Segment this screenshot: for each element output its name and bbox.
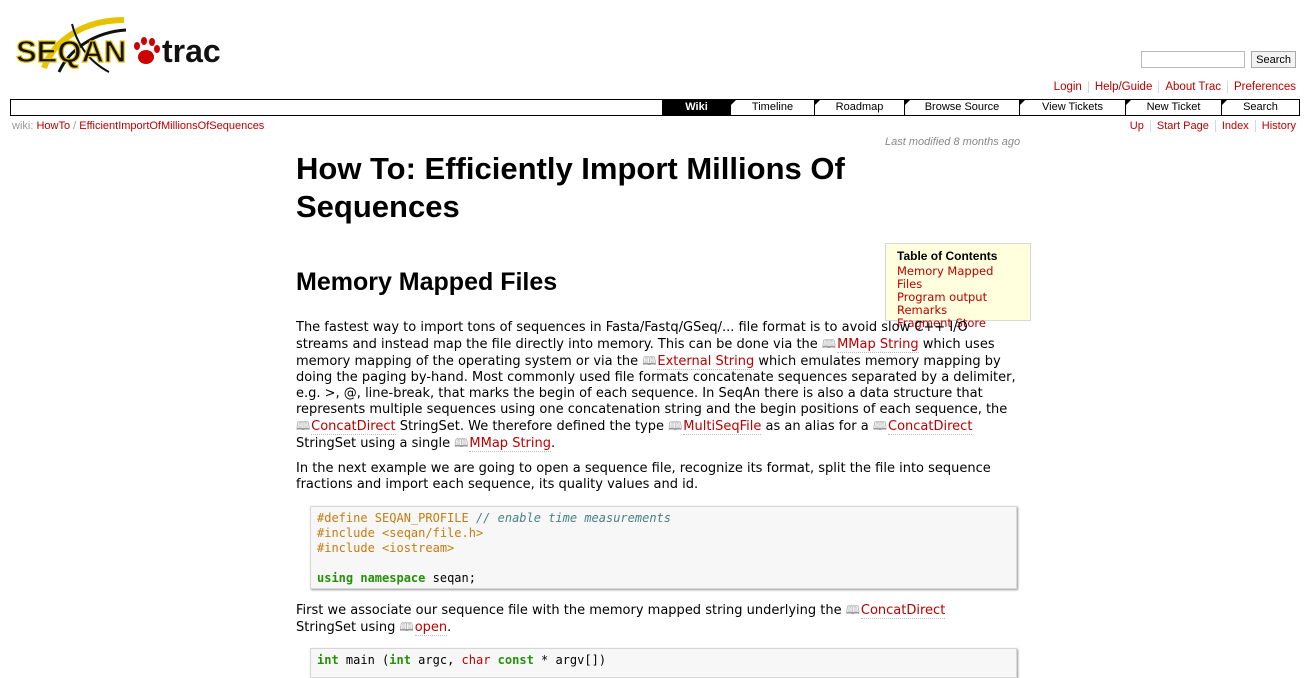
- text: .: [447, 620, 452, 635]
- code-block-main: int main (int argc, char const * argv[]): [310, 648, 1017, 678]
- code-kw-namespace: namespace: [360, 571, 426, 585]
- toc-item-memory-mapped-files[interactable]: Memory Mapped Files: [897, 265, 1019, 291]
- link-mmap-string-2[interactable]: MMap String: [469, 436, 551, 452]
- book-icon: 🕮: [399, 620, 414, 634]
- paragraph-intro: The fastest way to import tons of sequen…: [296, 320, 1024, 452]
- text: StringSet. We therefore defined the type: [395, 419, 669, 434]
- book-icon: 🕮: [454, 436, 469, 450]
- paragraph-next-example: In the next example we are going to open…: [296, 461, 991, 492]
- logo-brand: SEQAN: [16, 34, 126, 69]
- nav-wiki[interactable]: Wiki: [662, 100, 730, 115]
- code-kw-const: const: [497, 653, 534, 667]
- toc-heading: Table of Contents: [897, 249, 998, 263]
- page-title: How To: Efficiently Import Millions Of S…: [296, 151, 845, 224]
- search-input[interactable]: [1141, 51, 1246, 68]
- metanav-login[interactable]: Login: [1048, 81, 1088, 93]
- breadcrumb: wiki: HowTo / EfficientImportOfMillionsO…: [12, 120, 264, 132]
- link-multiseqfile[interactable]: MultiSeqFile: [683, 419, 762, 435]
- code-kw-using: using: [317, 571, 354, 585]
- code-type-char: char: [461, 653, 491, 667]
- logo-product: trac: [162, 33, 221, 69]
- code-define: #define SEQAN_PROFILE: [317, 511, 469, 525]
- text: as an alias for a: [761, 419, 873, 434]
- book-icon: 🕮: [845, 603, 860, 617]
- context-navigation: Up Start Page Index History: [1124, 120, 1302, 132]
- code-kw-int: int: [317, 653, 339, 667]
- book-icon: 🕮: [296, 419, 311, 433]
- code-text: main (: [338, 653, 390, 667]
- ctxtnav-history[interactable]: History: [1254, 120, 1302, 132]
- link-concatdirect-2[interactable]: ConcatDirect: [888, 419, 973, 435]
- link-mmap-string[interactable]: MMap String: [837, 337, 919, 353]
- seqan-trac-logo[interactable]: SEQAN trac: [14, 10, 229, 80]
- breadcrumb-howto[interactable]: HowTo: [36, 120, 70, 132]
- code-namespace-name: seqan;: [425, 571, 476, 585]
- text: StringSet using: [296, 620, 400, 635]
- metanav: Login Help/Guide About Trac Preferences: [1048, 81, 1302, 93]
- code-include-file: #include <seqan/file.h>: [317, 526, 484, 540]
- ctxtnav-index[interactable]: Index: [1214, 120, 1255, 132]
- link-external-string[interactable]: External String: [657, 354, 755, 370]
- nav-roadmap[interactable]: Roadmap: [814, 100, 904, 115]
- metanav-preferences[interactable]: Preferences: [1226, 81, 1302, 93]
- nav-new-ticket[interactable]: New Ticket: [1125, 100, 1221, 115]
- wiki-content: How To: Efficiently Import Millions Of S…: [296, 150, 1026, 678]
- table-of-contents: Table of Contents Memory Mapped Files Pr…: [885, 243, 1031, 330]
- nav-view-tickets[interactable]: View Tickets: [1019, 100, 1125, 115]
- main-navigation: Wiki Timeline Roadmap Browse Source View…: [10, 99, 1300, 116]
- paw-icon: [134, 37, 160, 64]
- breadcrumb-page[interactable]: EfficientImportOfMillionsOfSequences: [79, 120, 264, 132]
- header-search: Search: [1141, 51, 1296, 68]
- book-icon: 🕮: [872, 419, 888, 433]
- last-modified: Last modified 8 months ago: [885, 136, 1021, 148]
- paragraph-associate: First we associate our sequence file wit…: [296, 602, 1024, 636]
- search-button[interactable]: Search: [1251, 51, 1296, 68]
- text: .: [551, 436, 556, 451]
- text: StringSet using a single: [296, 436, 455, 451]
- link-concatdirect[interactable]: ConcatDirect: [311, 419, 396, 435]
- code-comment: // enable time measurements: [468, 511, 672, 525]
- code-text: argc,: [410, 653, 462, 667]
- nav-timeline[interactable]: Timeline: [730, 100, 814, 115]
- book-icon: 🕮: [642, 354, 657, 368]
- book-icon: 🕮: [668, 419, 683, 433]
- nav-search[interactable]: Search: [1221, 100, 1299, 115]
- text: First we associate our sequence file wit…: [296, 603, 846, 618]
- code-include-iostream: #include <iostream>: [317, 541, 455, 555]
- link-concatdirect-3[interactable]: ConcatDirect: [860, 603, 946, 619]
- breadcrumb-separator: /: [73, 120, 77, 132]
- code-block-includes: #define SEQAN_PROFILE // enable time mea…: [310, 506, 1017, 589]
- code-kw-int-2: int: [389, 653, 411, 667]
- ctxtnav-start-page[interactable]: Start Page: [1149, 120, 1215, 132]
- link-open[interactable]: open: [414, 620, 448, 636]
- ctxtnav-up[interactable]: Up: [1124, 120, 1150, 132]
- code-text: * argv[]): [533, 653, 607, 667]
- metanav-help-guide[interactable]: Help/Guide: [1087, 81, 1159, 93]
- metanav-about-trac[interactable]: About Trac: [1158, 81, 1227, 93]
- breadcrumb-prefix: wiki:: [12, 120, 34, 132]
- book-icon: 🕮: [821, 337, 837, 351]
- nav-browse-source[interactable]: Browse Source: [904, 100, 1019, 115]
- section-heading-memory-mapped-files: Memory Mapped Files: [296, 268, 558, 296]
